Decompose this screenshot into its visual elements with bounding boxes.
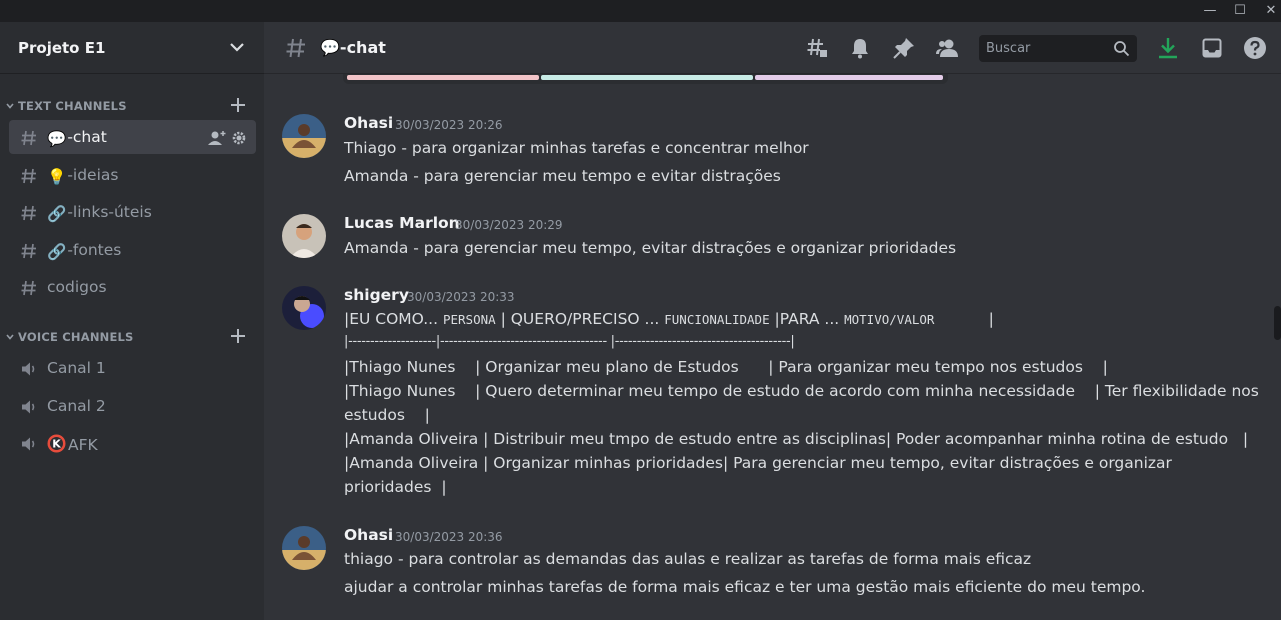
category-label: VOICE CHANNELS — [18, 330, 134, 344]
category-text-channels[interactable]: TEXT CHANNELS — [5, 98, 255, 116]
message-text: |EU COMO... PERSONA | QUERO/PRECISO ... … — [344, 310, 994, 328]
channel-label: Canal 1 — [47, 359, 106, 377]
message-timestamp: 30/03/2023 20:29 — [455, 218, 563, 232]
channel-tools[interactable] — [207, 129, 251, 147]
message-text: |Thiago Nunes | Organizar meu plano de E… — [344, 358, 1108, 376]
window-titlebar: — ☐ ✕ — [0, 0, 1281, 22]
message-text: |Amanda Oliveira | Organizar minhas prio… — [344, 454, 1172, 472]
avatar[interactable] — [282, 286, 326, 330]
hashtag-icon — [21, 130, 36, 146]
hashtag-icon — [21, 205, 36, 221]
hashtag-icon — [21, 168, 36, 184]
avatar[interactable] — [282, 526, 326, 570]
message-text: |Thiago Nunes | Quero determinar meu tem… — [344, 382, 1259, 400]
speech-bubble-icon: 💬 — [320, 38, 340, 57]
channel-label: 🔗-links-úteis — [47, 203, 152, 223]
message-author[interactable]: Ohasi — [344, 526, 393, 544]
channel-label: 🔗-fontes — [47, 241, 122, 261]
add-channel-icon[interactable] — [229, 96, 247, 114]
speaker-icon — [22, 362, 35, 376]
message: Ohasi 30/03/2023 20:26 Thiago - para org… — [264, 114, 1264, 194]
bell-icon[interactable] — [848, 36, 872, 60]
invite-icon — [208, 131, 226, 145]
minimize-button[interactable]: — — [1195, 0, 1225, 22]
channel-label: K AFK — [47, 434, 98, 454]
message-author[interactable]: Lucas Marlon — [344, 214, 460, 232]
search-icon[interactable] — [1113, 40, 1130, 57]
channel-header: 💬-chat — [264, 22, 1281, 74]
lightbulb-icon: 💡 — [47, 168, 67, 186]
inbox-icon[interactable] — [1200, 36, 1224, 60]
afk-badge-icon: K — [47, 434, 66, 453]
channel-sidebar: Projeto E1 TEXT CHANNELS 💬-chat 💡-ideias… — [0, 22, 264, 620]
message-text: ajudar a controlar minhas tarefas de for… — [344, 578, 1146, 596]
message-text: thiago - para controlar as demandas das … — [344, 550, 1032, 568]
channel-label: 💡-ideias — [47, 166, 119, 186]
chevron-down-icon — [6, 334, 14, 340]
message-text: Amanda - para gerenciar meu tempo, evita… — [344, 239, 957, 257]
chat-area: 💬-chat Ohasi 30/03/2023 20:26 Thiago - p… — [264, 22, 1281, 620]
link-icon: 🔗 — [47, 243, 67, 261]
server-name: Projeto E1 — [18, 39, 106, 57]
chevron-down-icon[interactable] — [228, 38, 246, 56]
gear-icon — [232, 131, 246, 145]
add-channel-icon[interactable] — [229, 327, 247, 345]
close-window-button[interactable]: ✕ — [1256, 0, 1281, 22]
voice-channel-canal-2[interactable]: Canal 2 — [9, 389, 256, 423]
message-text: prioridades | — [344, 478, 447, 496]
embed-preview-remnant — [343, 74, 948, 84]
message-text: estudos | — [344, 406, 430, 424]
channel-title: 💬-chat — [320, 38, 386, 57]
channel-fontes[interactable]: 🔗-fontes — [9, 233, 256, 267]
message-timestamp: 30/03/2023 20:36 — [395, 530, 503, 544]
message-text: Amanda - para gerenciar meu tempo e evit… — [344, 167, 781, 185]
message-timestamp: 30/03/2023 20:26 — [395, 118, 503, 132]
hashtag-icon — [286, 38, 305, 58]
threads-icon[interactable] — [805, 36, 829, 60]
download-icon[interactable] — [1156, 36, 1180, 60]
message: Ohasi 30/03/2023 20:36 thiago - para con… — [264, 526, 1264, 606]
avatar[interactable] — [282, 214, 326, 258]
channel-label: codigos — [47, 278, 107, 296]
maximize-button[interactable]: ☐ — [1225, 0, 1255, 22]
channel-links-uteis[interactable]: 🔗-links-úteis — [9, 195, 256, 229]
channel-label: 💬-chat — [47, 128, 107, 148]
message-text: |--------------------|------------------… — [344, 334, 795, 349]
help-icon[interactable] — [1243, 36, 1267, 60]
category-voice-channels[interactable]: VOICE CHANNELS — [5, 329, 255, 347]
message-timestamp: 30/03/2023 20:33 — [407, 290, 515, 304]
message: Lucas Marlon 30/03/2023 20:29 Amanda - p… — [264, 214, 1264, 264]
search-input[interactable] — [979, 35, 1109, 62]
voice-channel-canal-1[interactable]: Canal 1 — [9, 351, 256, 385]
svg-text:K: K — [52, 438, 61, 451]
message-author[interactable]: shigery — [344, 286, 409, 304]
avatar[interactable] — [282, 114, 326, 158]
message-text: Thiago - para organizar minhas tarefas e… — [344, 139, 809, 157]
link-icon: 🔗 — [47, 205, 67, 223]
server-header[interactable]: Projeto E1 — [0, 22, 264, 74]
message-author[interactable]: Ohasi — [344, 114, 393, 132]
speaker-icon — [22, 400, 35, 414]
voice-channel-afk[interactable]: K AFK — [9, 426, 256, 460]
channel-chat[interactable]: 💬-chat — [9, 120, 256, 154]
channel-codigos[interactable]: codigos — [9, 270, 256, 304]
hashtag-icon — [21, 243, 36, 259]
scrollbar[interactable] — [1274, 306, 1281, 340]
message: shigery 30/03/2023 20:33 |EU COMO... PER… — [264, 286, 1264, 506]
message-text: |Amanda Oliveira | Distribuir meu tmpo d… — [344, 430, 1249, 448]
speech-bubble-icon: 💬 — [47, 130, 67, 148]
category-label: TEXT CHANNELS — [18, 99, 127, 113]
search-box[interactable] — [979, 35, 1137, 62]
channel-ideias[interactable]: 💡-ideias — [9, 158, 256, 192]
channel-label: Canal 2 — [47, 397, 106, 415]
hashtag-icon — [21, 280, 36, 296]
members-icon[interactable] — [935, 36, 959, 60]
chevron-down-icon — [6, 103, 14, 109]
pin-icon[interactable] — [892, 36, 916, 60]
speaker-icon — [22, 437, 35, 451]
